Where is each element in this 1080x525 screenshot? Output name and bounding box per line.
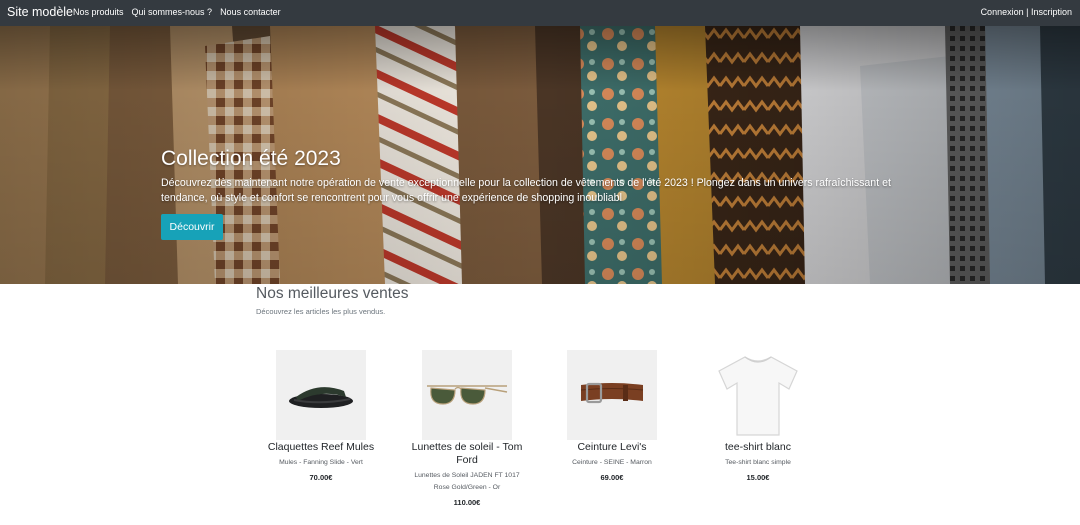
nav-link-contact[interactable]: Nous contacter xyxy=(220,7,281,17)
login-link[interactable]: Connexion xyxy=(981,7,1024,17)
product-name[interactable]: Claquettes Reef Mules xyxy=(256,441,386,454)
discover-button[interactable]: Découvrir xyxy=(161,214,223,240)
sunglasses-icon xyxy=(427,385,508,405)
auth-separator: | xyxy=(1026,7,1029,17)
product-price: 69.00€ xyxy=(600,473,624,482)
hero-banner: Collection été 2023 Découvrez dès mainte… xyxy=(0,26,1080,284)
product-price: 110.00€ xyxy=(453,498,481,507)
belt-icon xyxy=(580,382,644,404)
best-sellers-subtitle: Découvrez les articles les plus vendus. xyxy=(256,307,386,316)
tshirt-icon xyxy=(718,356,798,436)
product-description: Mules - Fanning Slide - Vert xyxy=(279,459,363,466)
product-image[interactable] xyxy=(276,350,366,440)
hero-description: Découvrez dès maintenant notre opération… xyxy=(161,177,891,204)
nav-link-about[interactable]: Qui sommes-nous ? xyxy=(132,7,213,17)
nav-link-products[interactable]: Nos produits xyxy=(73,7,124,17)
sandal-icon xyxy=(289,387,353,408)
auth-links: Connexion | Inscription xyxy=(981,7,1072,17)
product-description: Ceinture - SEINE - Marron xyxy=(572,459,652,466)
best-sellers-title: Nos meilleures ventes xyxy=(256,285,409,302)
product-image[interactable] xyxy=(567,350,657,440)
top-navbar: Site modèle Nos produits Qui sommes-nous… xyxy=(0,0,1080,26)
site-brand[interactable]: Site modèle xyxy=(7,5,73,19)
hero-title: Collection été 2023 xyxy=(161,147,341,170)
product-card[interactable]: Claquettes Reef Mules Mules - Fanning Sl… xyxy=(256,350,386,482)
product-description: Lunettes de Soleil JADEN FT 1017 Rose Go… xyxy=(414,472,520,491)
product-image[interactable] xyxy=(713,350,803,440)
product-name[interactable]: Lunettes de soleil - Tom Ford xyxy=(402,441,532,467)
product-description: Tee-shirt blanc simple xyxy=(725,459,791,466)
product-card[interactable]: Lunettes de soleil - Tom Ford Lunettes d… xyxy=(402,350,532,507)
nav-links: Nos produits Qui sommes-nous ? Nous cont… xyxy=(73,7,281,17)
product-card[interactable]: Ceinture Levi's Ceinture - SEINE - Marro… xyxy=(547,350,677,482)
signup-link[interactable]: Inscription xyxy=(1031,7,1072,17)
product-price: 15.00€ xyxy=(746,473,770,482)
product-card[interactable]: tee-shirt blanc Tee-shirt blanc simple 1… xyxy=(693,350,823,482)
product-name[interactable]: tee-shirt blanc xyxy=(693,441,823,454)
product-price: 70.00€ xyxy=(309,473,333,482)
product-image[interactable] xyxy=(422,350,512,440)
product-name[interactable]: Ceinture Levi's xyxy=(547,441,677,454)
